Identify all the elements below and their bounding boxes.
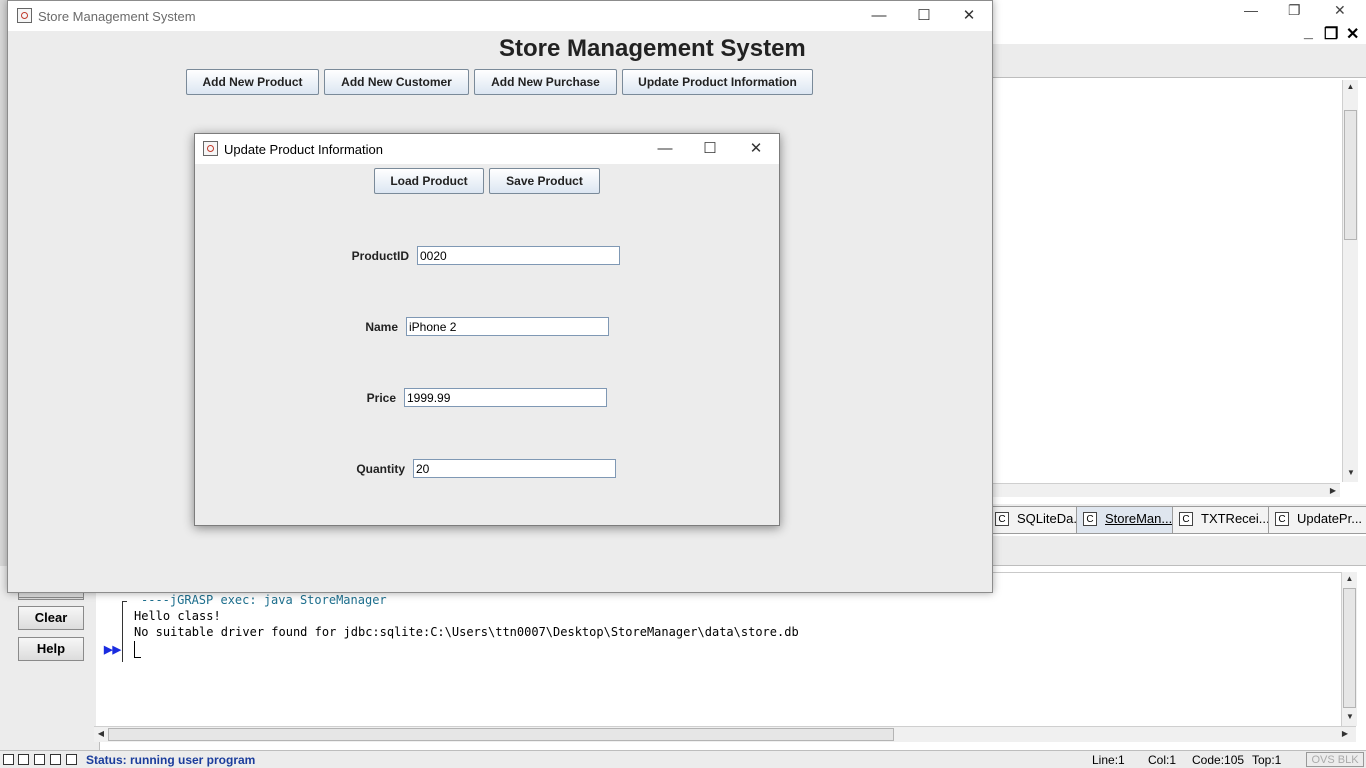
help-button-main[interactable]: Help xyxy=(18,637,84,661)
save-product-button[interactable]: Save Product xyxy=(489,168,600,194)
restore-icon[interactable]: ❐ xyxy=(1288,2,1301,19)
console-vertical-scrollbar[interactable]: ▲ ▼ xyxy=(1341,572,1357,726)
line-indicator: Line:1 xyxy=(1092,753,1125,767)
column-indicator: Col:1 xyxy=(1148,753,1177,767)
java-file-icon: C xyxy=(1275,512,1289,526)
java-app-icon xyxy=(203,141,218,156)
document-tabs: C SQLiteDa... C StoreMan... C TXTRecei..… xyxy=(982,504,1366,534)
code-editor[interactable] xyxy=(992,80,1344,482)
quantity-field[interactable] xyxy=(413,459,616,478)
layout-icon[interactable] xyxy=(18,754,29,765)
status-bar: Status: running user program Line:1 Col:… xyxy=(0,750,1366,768)
close-button[interactable]: ✕ xyxy=(733,134,779,164)
scroll-thumb[interactable] xyxy=(1343,588,1356,708)
output-line-2: No suitable driver found for jdbc:sqlite… xyxy=(134,625,799,639)
maximize-button[interactable]: ☐ xyxy=(687,134,733,164)
tab-label: StoreMan... xyxy=(1105,511,1173,526)
layout-icon[interactable] xyxy=(50,754,61,765)
tab-updateproduct[interactable]: C UpdatePr... xyxy=(1268,506,1366,534)
scroll-down-icon[interactable]: ▼ xyxy=(1343,466,1359,480)
scroll-up-icon[interactable]: ▲ xyxy=(1343,80,1358,94)
editor-vertical-scrollbar[interactable]: ▲ ▼ xyxy=(1342,80,1358,482)
window-title: Store Management System xyxy=(38,9,196,24)
store-window-titlebar[interactable]: Store Management System — ☐ ✕ xyxy=(8,1,992,31)
product-id-field[interactable] xyxy=(417,246,620,265)
dialog-titlebar[interactable]: Update Product Information — ☐ ✕ xyxy=(195,134,779,164)
java-file-icon: C xyxy=(1083,512,1097,526)
minimize-button[interactable]: — xyxy=(856,1,902,31)
scroll-left-icon[interactable]: ◀ xyxy=(94,727,108,741)
exec-line: ----jGRASP exec: java StoreManager xyxy=(141,593,387,607)
maximize-button[interactable]: ☐ xyxy=(901,1,947,31)
page-title: Store Management System xyxy=(499,35,806,62)
close-icon[interactable]: ✕ xyxy=(1334,2,1346,19)
scroll-right-icon[interactable]: ▶ xyxy=(1326,484,1340,498)
minimize-icon[interactable]: — xyxy=(1244,2,1258,18)
update-product-dialog: Update Product Information — ☐ ✕ Load Pr… xyxy=(194,133,780,526)
restore-icon[interactable]: ❐ xyxy=(1324,24,1338,44)
quantity-label: Quantity xyxy=(356,462,405,476)
java-file-icon: C xyxy=(995,512,1009,526)
java-file-icon: C xyxy=(1179,512,1193,526)
ide-inner-window-controls: _ ❐ ✕ xyxy=(1298,22,1366,44)
product-id-label: ProductID xyxy=(351,249,409,263)
layout-icon[interactable] xyxy=(3,754,14,765)
run-indicator-icon: ▶▶ xyxy=(104,644,121,656)
close-icon[interactable]: ✕ xyxy=(1346,24,1359,44)
code-indicator: Code:105 xyxy=(1192,753,1245,767)
run-output-console[interactable]: ----jGRASP exec: java StoreManager Hello… xyxy=(96,572,1342,726)
ide-window-controls: — ❐ ✕ xyxy=(1230,0,1366,22)
tab-label: SQLiteDa... xyxy=(1017,511,1085,526)
top-indicator: Top:1 xyxy=(1252,753,1282,767)
minimize-icon[interactable]: _ xyxy=(1304,24,1313,42)
name-label: Name xyxy=(365,320,398,334)
update-product-information-button[interactable]: Update Product Information xyxy=(622,69,813,95)
clear-button-main[interactable]: Clear xyxy=(18,606,84,630)
scroll-thumb[interactable] xyxy=(108,728,894,741)
scroll-up-icon[interactable]: ▲ xyxy=(1342,572,1357,586)
tab-label: UpdatePr... xyxy=(1297,511,1363,526)
layout-icon[interactable] xyxy=(66,754,77,765)
input-cursor[interactable] xyxy=(134,641,141,658)
add-new-purchase-button[interactable]: Add New Purchase xyxy=(474,69,617,95)
scroll-down-icon[interactable]: ▼ xyxy=(1342,710,1358,724)
ide-toolbar-area xyxy=(992,44,1366,78)
layout-icon[interactable] xyxy=(34,754,45,765)
output-bracket xyxy=(122,601,127,662)
dialog-title: Update Product Information xyxy=(224,142,383,157)
add-new-customer-button[interactable]: Add New Customer xyxy=(324,69,469,95)
status-text: Status: running user program xyxy=(86,753,256,767)
name-field[interactable] xyxy=(406,317,609,336)
price-field[interactable] xyxy=(404,388,607,407)
close-button[interactable]: ✕ xyxy=(946,1,992,31)
ide-divider xyxy=(992,536,1366,566)
editor-horizontal-scrollbar[interactable]: ▶ xyxy=(992,483,1340,497)
scroll-right-icon[interactable]: ▶ xyxy=(1338,727,1352,741)
console-horizontal-scrollbar[interactable]: ◀ ▶ xyxy=(94,726,1356,742)
load-product-button[interactable]: Load Product xyxy=(374,168,484,194)
price-label: Price xyxy=(366,391,396,405)
add-new-product-button[interactable]: Add New Product xyxy=(186,69,319,95)
output-line-1: Hello class! xyxy=(134,609,221,623)
java-app-icon xyxy=(17,8,32,23)
minimize-button[interactable]: — xyxy=(642,134,688,164)
scroll-thumb[interactable] xyxy=(1344,110,1357,240)
tab-label: TXTRecei... xyxy=(1201,511,1270,526)
mode-indicator: OVS BLK xyxy=(1306,752,1364,767)
